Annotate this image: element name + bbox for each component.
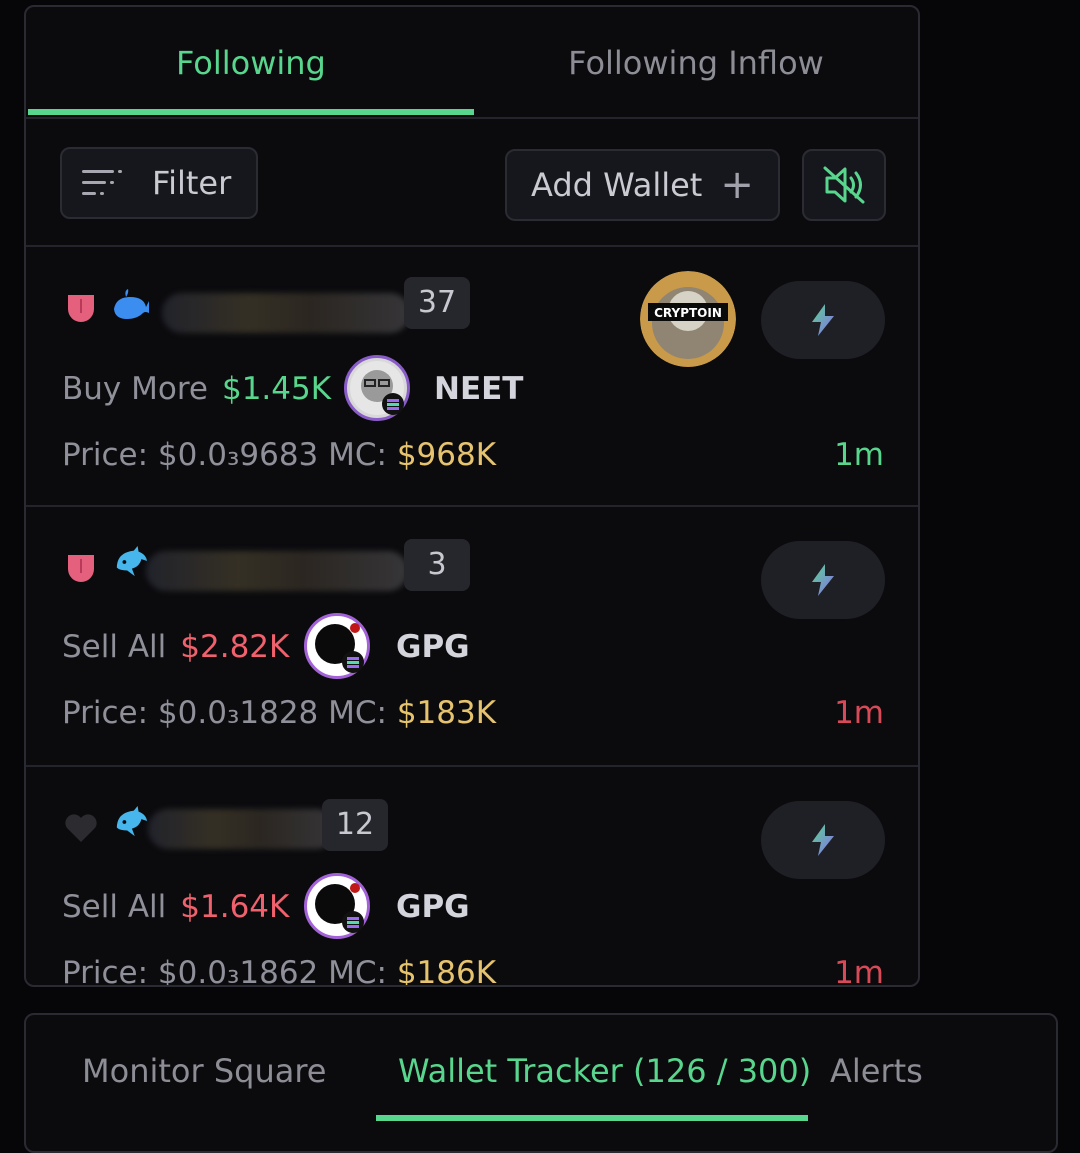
toolbar: Filter Add Wallet + <box>26 119 918 247</box>
following-panel: Following Following Inflow Filter Add Wa… <box>24 5 920 987</box>
tab-following[interactable]: Following <box>176 43 326 83</box>
list-item[interactable]: 3 Sell All $2.82K GPG Price: $0.0₃1828 M… <box>26 507 918 767</box>
price-value: Price: $0.0₃9683 <box>62 437 319 473</box>
tab-alerts[interactable]: Alerts <box>830 1051 923 1091</box>
market-cap-value: $968K <box>396 437 497 473</box>
mc-label: MC: <box>328 437 387 473</box>
dolphin-icon <box>116 805 148 837</box>
mc-label: MC: <box>328 955 387 987</box>
action-label: Sell All <box>62 889 167 925</box>
filter-button[interactable]: Filter <box>60 147 258 219</box>
pink-heart-icon <box>68 555 94 582</box>
active-tab-indicator <box>376 1115 808 1121</box>
wallet-name-redacted <box>146 551 408 591</box>
wallet-name-redacted <box>162 293 410 333</box>
whale-icon <box>114 289 149 319</box>
trade-time: 1m <box>834 955 884 987</box>
trade-time: 1m <box>834 437 884 473</box>
tab-bar: Following Following Inflow <box>26 7 918 119</box>
token-symbol[interactable]: GPG <box>396 627 470 667</box>
dolphin-icon <box>116 545 148 577</box>
price-value: Price: $0.0₃1828 <box>62 695 319 731</box>
token-symbol[interactable]: GPG <box>396 887 470 927</box>
tab-wallet-tracker[interactable]: Wallet Tracker (126 / 300) <box>398 1051 811 1091</box>
list-item[interactable]: 12 Sell All $1.64K GPG Price: $0.0₃1862 … <box>26 767 918 987</box>
tab-monitor-square[interactable]: Monitor Square <box>82 1051 326 1091</box>
wallet-count-badge: 3 <box>404 539 470 591</box>
token-logo-neet[interactable] <box>344 355 410 421</box>
price-info: Price: $0.0₃1828 MC: $183K <box>62 693 496 733</box>
filter-icon <box>82 170 122 195</box>
wallet-count-badge: 12 <box>322 799 388 851</box>
avatar-label: CRYPTOIN <box>654 306 722 320</box>
trade-amount: $1.64K <box>180 889 290 925</box>
mute-toggle-button[interactable] <box>802 149 886 221</box>
trade-amount: $1.45K <box>221 371 332 407</box>
price-value: Price: $0.0₃1862 <box>62 955 319 987</box>
trade-action: Sell All $2.82K <box>62 627 289 667</box>
list-item[interactable]: 37 CRYPTOIN Buy More $1.45K NEET Price: … <box>26 247 918 507</box>
price-info: Price: $0.0₃9683 MC: $968K <box>62 435 496 475</box>
add-wallet-label: Add Wallet <box>531 166 703 204</box>
lightning-icon <box>812 304 834 336</box>
wallet-count-badge: 37 <box>404 277 470 329</box>
trade-action: Sell All $1.64K <box>62 887 289 927</box>
pink-heart-icon <box>68 295 94 322</box>
lightning-icon <box>812 564 834 596</box>
bottom-tab-bar: Monitor Square Wallet Tracker (126 / 300… <box>24 1013 1058 1153</box>
speaker-muted-icon <box>823 166 865 204</box>
avatar: CRYPTOIN <box>640 271 736 367</box>
tab-following-inflow[interactable]: Following Inflow <box>568 43 824 83</box>
token-symbol[interactable]: NEET <box>434 369 523 409</box>
plus-icon: + <box>720 162 754 208</box>
mc-label: MC: <box>328 695 387 731</box>
quick-buy-button[interactable] <box>761 541 885 619</box>
action-label: Buy More <box>62 371 208 407</box>
trade-action: Buy More $1.45K <box>62 369 331 409</box>
wallet-name-redacted <box>148 809 336 849</box>
filter-label: Filter <box>152 164 232 202</box>
trade-amount: $2.82K <box>180 629 290 665</box>
trade-time: 1m <box>834 695 884 731</box>
black-heart-icon <box>65 814 97 842</box>
token-logo-gpg[interactable] <box>304 613 370 679</box>
quick-buy-button[interactable] <box>761 281 885 359</box>
token-logo-gpg[interactable] <box>304 873 370 939</box>
add-wallet-button[interactable]: Add Wallet + <box>505 149 780 221</box>
quick-buy-button[interactable] <box>761 801 885 879</box>
market-cap-value: $186K <box>396 955 497 987</box>
action-label: Sell All <box>62 629 167 665</box>
price-info: Price: $0.0₃1862 MC: $186K <box>62 953 497 987</box>
active-tab-indicator <box>28 109 474 115</box>
lightning-icon <box>812 824 834 856</box>
market-cap-value: $183K <box>396 695 497 731</box>
